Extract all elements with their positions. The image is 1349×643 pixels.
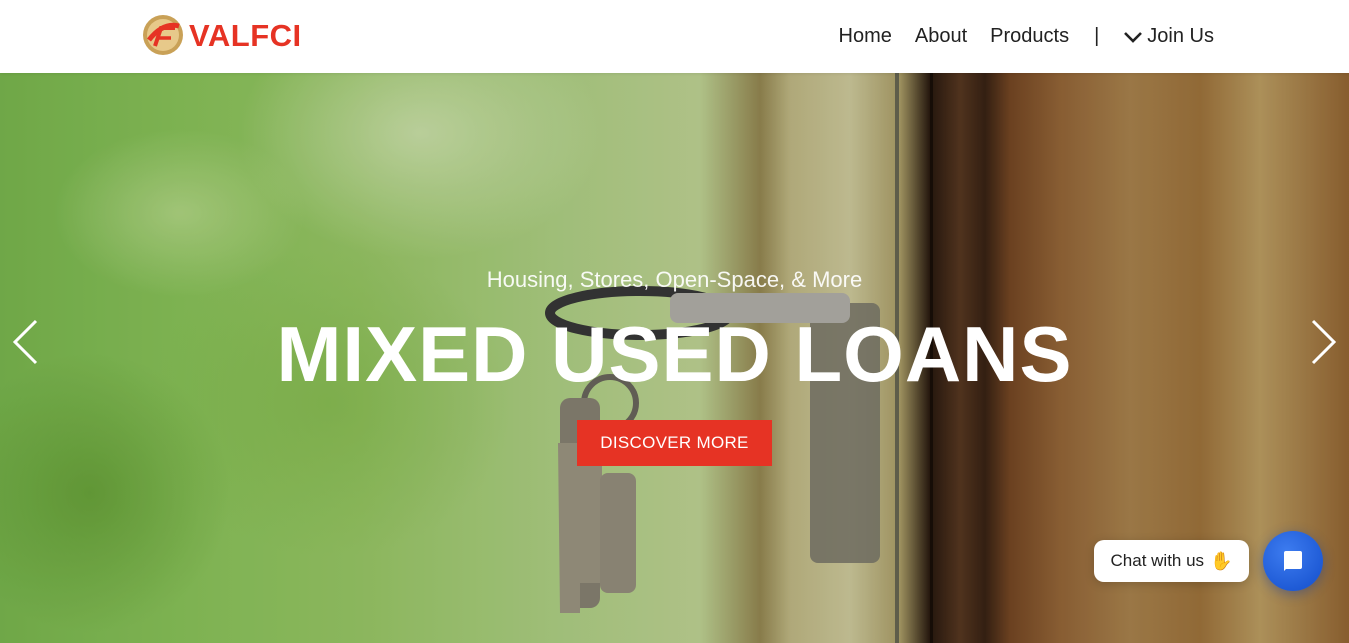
chat-with-us-bubble[interactable]: Chat with us ✋ [1094,540,1249,582]
nav-products[interactable]: Products [990,25,1069,48]
nav-join-label: Join Us [1147,25,1214,47]
logo-text: VALFCI [189,17,302,53]
main-nav: Home About Products | Join Us [816,0,1214,73]
nav-home[interactable]: Home [839,25,892,48]
discover-more-button[interactable]: DISCOVER MORE [577,420,772,466]
chat-label: Chat with us [1110,551,1205,570]
chat-icon [1284,551,1302,571]
nav-join-us[interactable]: Join Us [1123,25,1214,48]
hero-title: MIXED USED LOANS [276,310,1073,398]
logo-mark-icon [143,15,183,55]
site-header: VALFCI Home About Products | Join Us [0,0,1349,73]
waving-hand-icon: ✋ [1210,550,1233,571]
chat-launcher-button[interactable] [1263,531,1323,591]
nav-separator: | [1094,25,1100,47]
hero-subtitle: Housing, Stores, Open-Space, & More [486,267,863,292]
nav-about[interactable]: About [915,25,967,48]
logo[interactable]: VALFCI [141,14,302,56]
chevron-down-icon [1124,31,1143,43]
